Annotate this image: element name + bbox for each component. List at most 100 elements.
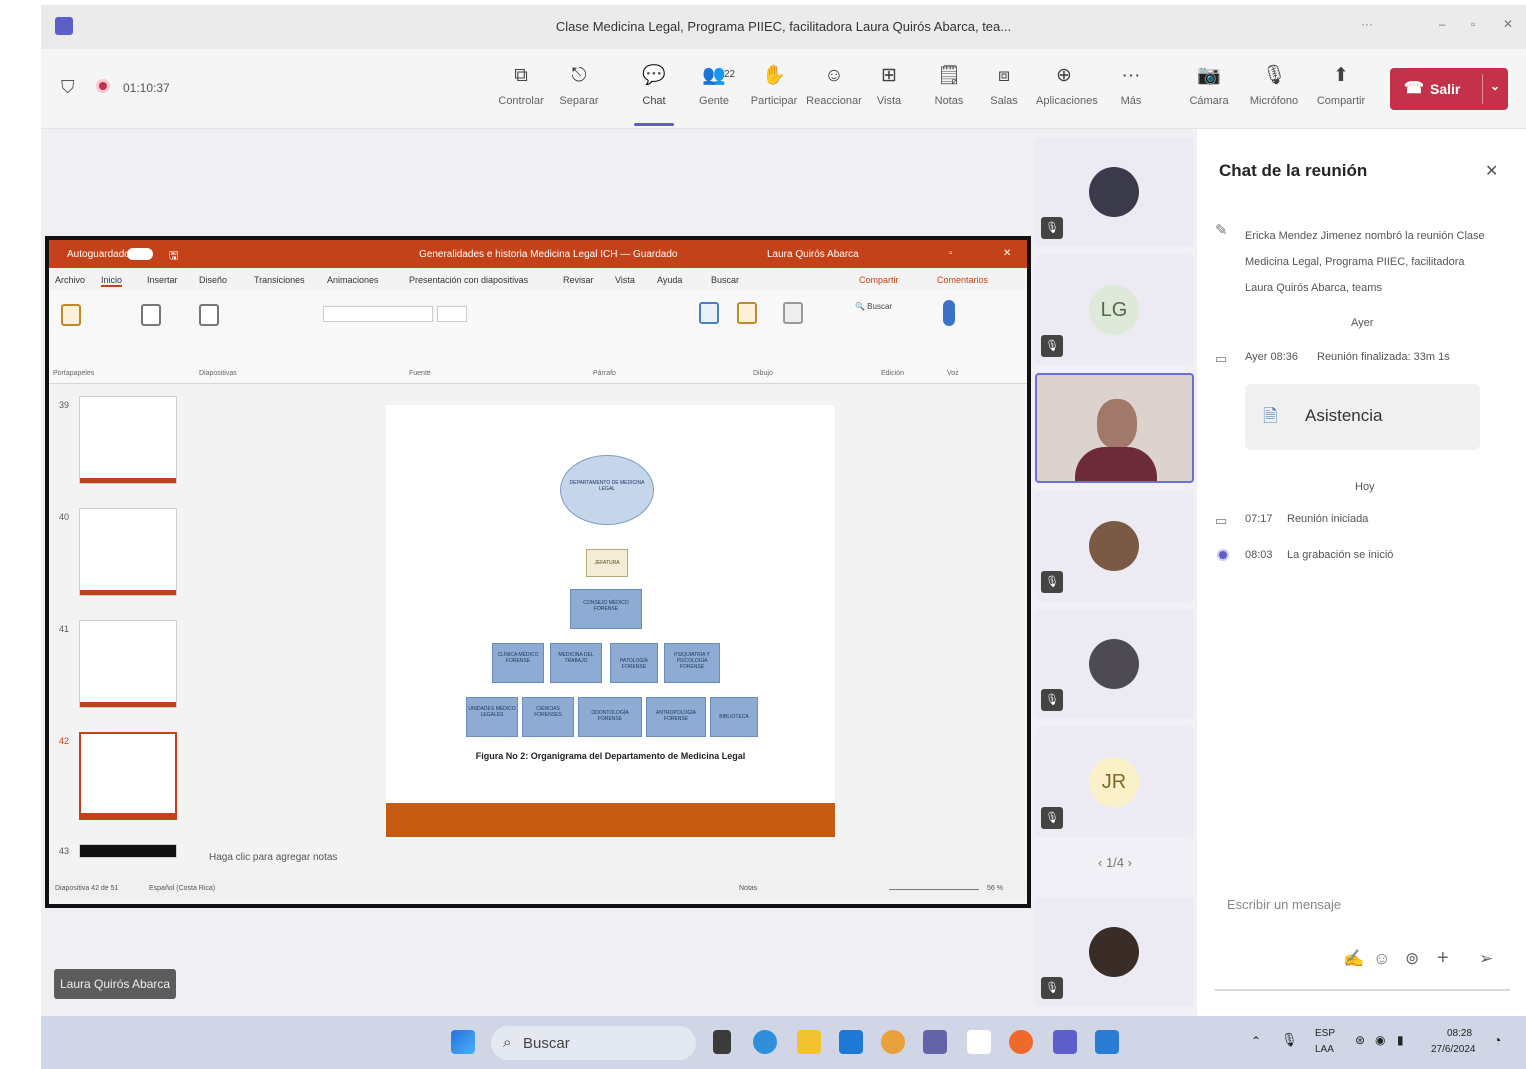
leave-button[interactable]: ☎ Salir ⌄ (1390, 68, 1508, 110)
send-icon[interactable]: ➢ (1479, 949, 1493, 969)
rec-text: La grabación se inició (1287, 549, 1394, 561)
emoji-icon[interactable]: ☺ (1373, 949, 1390, 969)
firefox-icon[interactable] (1009, 1030, 1033, 1054)
close-button[interactable]: ✕ (1503, 17, 1513, 31)
started-time: 07:17 (1245, 513, 1273, 525)
toolbar-cámara-button[interactable]: 📷 Cámara (1181, 63, 1237, 107)
more-options-icon[interactable]: ··· (1361, 17, 1373, 31)
notes-placeholder[interactable]: Haga clic para agregar notas (209, 852, 337, 863)
store-icon[interactable] (839, 1030, 863, 1054)
ppt-maximize-icon[interactable]: ▫ (949, 248, 953, 259)
participant-tile[interactable]: JR 🎙 (1035, 727, 1194, 837)
notepad-icon[interactable] (967, 1030, 991, 1054)
mic-tray-icon[interactable]: 🎙 (1281, 1032, 1298, 1048)
dictate-icon[interactable] (943, 300, 955, 326)
reuse-slides-icon[interactable] (199, 304, 219, 326)
font-size-select[interactable] (437, 306, 467, 322)
zoom-slider[interactable] (889, 889, 979, 890)
taskbar-search[interactable]: ⌕ Buscar (491, 1026, 696, 1060)
clock-date[interactable]: 27/6/2024 (1431, 1044, 1476, 1055)
menu-animaciones[interactable]: Animaciones (327, 275, 379, 285)
slide-thumbnail[interactable] (79, 844, 177, 858)
toolbar-participar-button[interactable]: ✋ Participar (746, 63, 802, 107)
attendance-card[interactable]: 🗎 Asistencia (1245, 384, 1480, 450)
participant-tile[interactable]: LG 🎙 (1035, 255, 1194, 365)
chrome-icon[interactable] (881, 1030, 905, 1054)
shapes-icon[interactable] (699, 302, 719, 324)
toolbar-controlar-button[interactable]: ⧉ Controlar (493, 63, 549, 107)
participant-tile[interactable]: 🎙 (1035, 897, 1194, 1007)
notes-toggle[interactable]: Notas (739, 885, 757, 892)
slide-thumbnail[interactable] (79, 620, 177, 708)
outlook-icon[interactable] (1095, 1030, 1119, 1054)
slide-canvas[interactable]: DEPARTAMENTO DE MEDICINA LEGAL JEFATURA … (386, 405, 835, 837)
toolbar-gente-button[interactable]: 👥 22 Gente (686, 63, 742, 107)
start-icon[interactable] (451, 1030, 475, 1054)
message-input[interactable]: Escribir un mensaje (1227, 897, 1341, 912)
paste-icon[interactable] (61, 304, 81, 326)
autosave-toggle[interactable] (127, 248, 153, 260)
toolbar-chat-button[interactable]: 💬 Chat (626, 63, 682, 126)
org-node: MEDICINA DEL TRABAJO (550, 643, 602, 683)
menu-buscar[interactable]: Buscar (711, 275, 739, 285)
find-button[interactable]: 🔍 Buscar (855, 302, 892, 311)
minimize-button[interactable]: – (1439, 17, 1446, 31)
toolbar-vista-button[interactable]: ⊞ Vista (861, 63, 917, 107)
participant-tile[interactable]: 🎙 (1035, 137, 1194, 247)
chevron-down-icon[interactable]: ⌄ (1490, 79, 1500, 93)
format-icon[interactable]: ✍ (1343, 949, 1364, 969)
menu-presentacion[interactable]: Presentación con diapositivas (409, 275, 528, 285)
ppt-comments-button[interactable]: Comentarios (937, 275, 988, 285)
file-explorer-icon[interactable] (797, 1030, 821, 1054)
edge-icon[interactable] (753, 1030, 777, 1054)
participant-tile[interactable]: 🎙 (1035, 491, 1194, 601)
battery-icon[interactable]: ▮ (1397, 1033, 1404, 1047)
teams-icon[interactable] (923, 1030, 947, 1054)
task-view-icon[interactable] (713, 1030, 731, 1054)
ppt-close-icon[interactable]: ✕ (1003, 248, 1011, 259)
windows-taskbar: ⌕ Buscar ⌃ 🎙 ESP LAA ⊛ ◉ ▮ 08:28 27/6/20… (41, 1016, 1526, 1069)
maximize-button[interactable]: ▫ (1471, 17, 1475, 31)
chevron-right-icon[interactable]: › (1128, 855, 1132, 870)
teams-active-icon[interactable] (1053, 1030, 1077, 1054)
menu-revisar[interactable]: Revisar (563, 275, 594, 285)
toolbar-notas-button[interactable]: 🗒 Notas (921, 63, 977, 107)
loop-icon[interactable]: ⊚ (1405, 949, 1419, 969)
language-indicator[interactable]: ESP (1315, 1028, 1335, 1039)
slide-thumbnail-selected[interactable] (79, 732, 177, 820)
font-name-select[interactable] (323, 306, 433, 322)
menu-ayuda[interactable]: Ayuda (657, 275, 682, 285)
quick-styles-icon[interactable] (783, 302, 803, 324)
save-icon[interactable]: 🖫 (169, 247, 178, 266)
slide-thumbnail[interactable] (79, 396, 177, 484)
toolbar-separar-button[interactable]: ⎋ Separar (551, 63, 607, 107)
thumb-number: 39 (59, 400, 70, 410)
slide-thumbnail[interactable] (79, 508, 177, 596)
participant-tile-video[interactable] (1035, 373, 1194, 483)
org-node: BIBLIOTECA (710, 697, 758, 737)
arrange-icon[interactable] (737, 302, 757, 324)
chevron-up-icon[interactable]: ⌃ (1251, 1034, 1261, 1048)
menu-insertar[interactable]: Insertar (147, 275, 178, 285)
participant-tile[interactable]: 🎙 (1035, 609, 1194, 719)
add-icon[interactable]: + (1437, 947, 1449, 970)
close-chat-icon[interactable]: ✕ (1485, 161, 1498, 181)
menu-vista[interactable]: Vista (615, 275, 635, 285)
chevron-left-icon[interactable]: ‹ (1098, 855, 1106, 870)
toolbar-micrófono-button[interactable]: 🎙 Micrófono (1246, 63, 1302, 107)
toolbar-reaccionar-button[interactable]: ☺ Reaccionar (806, 63, 862, 107)
toolbar-aplicaciones-button[interactable]: ⊕ Aplicaciones (1036, 63, 1098, 107)
clock-time[interactable]: 08:28 (1447, 1028, 1472, 1039)
menu-transiciones[interactable]: Transiciones (254, 275, 305, 285)
menu-diseno[interactable]: Diseño (199, 275, 227, 285)
toolbar-más-button[interactable]: ··· Más (1103, 63, 1159, 107)
menu-archivo[interactable]: Archivo (55, 275, 85, 285)
new-slide-icon[interactable] (141, 304, 161, 326)
toolbar-compartir-button[interactable]: ⬆ Compartir (1313, 63, 1369, 107)
toolbar-salas-button[interactable]: ⧈ Salas (976, 63, 1032, 107)
menu-inicio[interactable]: Inicio (101, 275, 123, 287)
volume-icon[interactable]: ◉ (1375, 1033, 1385, 1047)
wifi-icon[interactable]: ⊛ (1355, 1033, 1365, 1047)
ppt-share-button[interactable]: Compartir (859, 275, 899, 285)
notification-icon[interactable]: ◔ (1493, 1032, 1501, 1048)
